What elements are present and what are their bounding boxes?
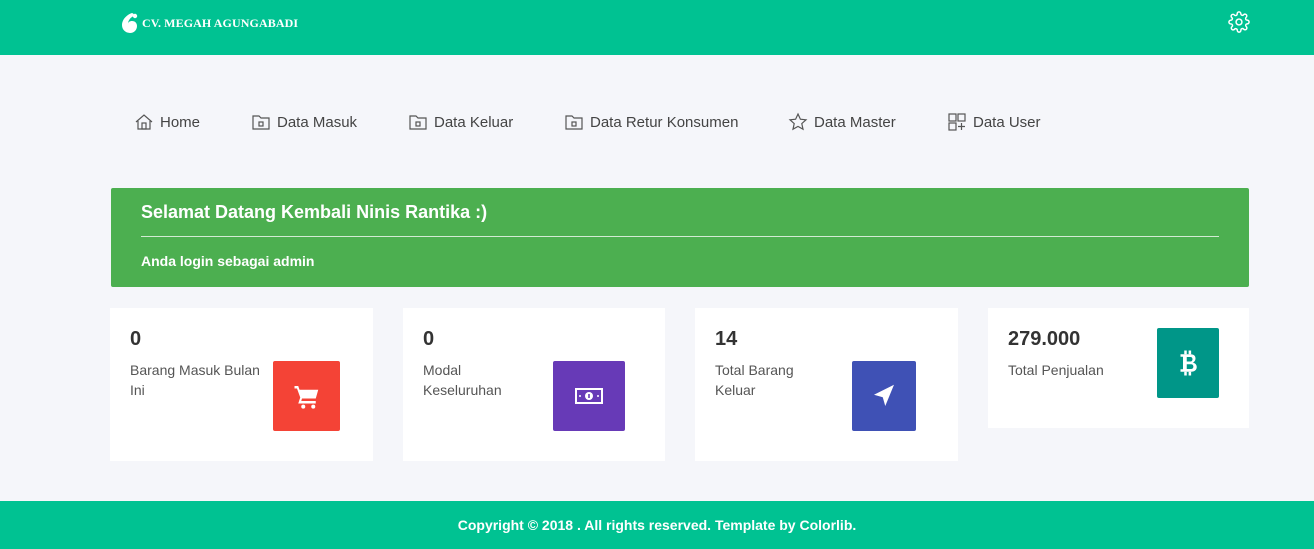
bitcoin-icon	[1180, 350, 1197, 376]
nav-label: Data Keluar	[434, 113, 514, 131]
money-icon-box	[553, 361, 625, 431]
footer: Copyright © 2018 . All rights reserved. …	[0, 501, 1314, 549]
home-icon	[135, 114, 153, 130]
copyright-text: Copyright © 2018 . All rights reserved. …	[457, 517, 800, 533]
money-icon	[575, 388, 603, 404]
folder-icon	[565, 115, 583, 130]
gear-icon[interactable]	[1228, 11, 1250, 33]
star-icon	[788, 112, 808, 131]
nav-label: Data Master	[814, 113, 896, 131]
stat-value: 0	[423, 328, 435, 350]
cart-icon	[294, 386, 318, 409]
nav-item-data-master[interactable]: Data Master	[788, 108, 896, 136]
nav-label: Data Masuk	[277, 113, 358, 131]
nav-item-data-user[interactable]: Data User	[947, 108, 1041, 136]
stat-card-penjualan: 279.000 Total Penjualan	[988, 308, 1249, 428]
stat-value: 0	[130, 328, 142, 350]
colorlib-link[interactable]: Colorlib	[799, 517, 852, 533]
nav-label: Home	[160, 113, 201, 131]
welcome-subtitle: Anda login sebagai admin	[141, 253, 315, 269]
stat-card-modal: 0 Modal Keseluruhan	[403, 308, 665, 461]
brand[interactable]: CV. MEGAH AGUNGABADI	[120, 10, 298, 36]
top-bar: CV. MEGAH AGUNGABADI	[0, 0, 1314, 55]
stat-card-barang-keluar: 14 Total Barang Keluar	[695, 308, 958, 461]
bitcoin-icon-box	[1157, 328, 1219, 398]
nav-item-home[interactable]: Home	[134, 108, 200, 136]
grid-add-icon	[948, 113, 966, 131]
stat-value: 14	[715, 328, 738, 350]
stat-label: Barang Masuk Bulan Ini	[130, 362, 260, 398]
nav-label: Data Retur Konsumen	[590, 113, 739, 131]
folder-icon	[252, 115, 270, 130]
navigation-arrow-icon	[874, 384, 894, 406]
nav-item-data-masuk[interactable]: Data Masuk	[251, 108, 357, 136]
stat-card-barang-masuk: 0 Barang Masuk Bulan Ini	[110, 308, 373, 461]
stat-label: Total Penjualan	[1008, 362, 1104, 378]
stat-label: Modal Keseluruhan	[423, 362, 502, 398]
welcome-banner: Selamat Datang Kembali Ninis Rantika :) …	[111, 188, 1249, 287]
navigation-icon-box	[852, 361, 916, 431]
leaf-logo-icon	[122, 13, 138, 33]
folder-icon	[409, 115, 427, 130]
main-nav: Home Data Masuk Data Keluar Data Retur K…	[0, 108, 1314, 136]
cart-icon-box	[273, 361, 340, 431]
stat-label: Total Barang Keluar	[715, 362, 794, 398]
nav-label: Data User	[973, 113, 1041, 131]
footer-end: .	[852, 517, 857, 533]
divider	[141, 236, 1219, 237]
nav-item-data-keluar[interactable]: Data Keluar	[408, 108, 513, 136]
stat-value: 279.000	[1008, 328, 1081, 350]
welcome-title: Selamat Datang Kembali Ninis Rantika :)	[141, 202, 488, 222]
footer-text: Copyright © 2018 . All rights reserved. …	[458, 517, 857, 533]
nav-item-data-retur-konsumen[interactable]: Data Retur Konsumen	[564, 108, 738, 136]
brand-name: CV. MEGAH AGUNGABADI	[142, 15, 299, 30]
